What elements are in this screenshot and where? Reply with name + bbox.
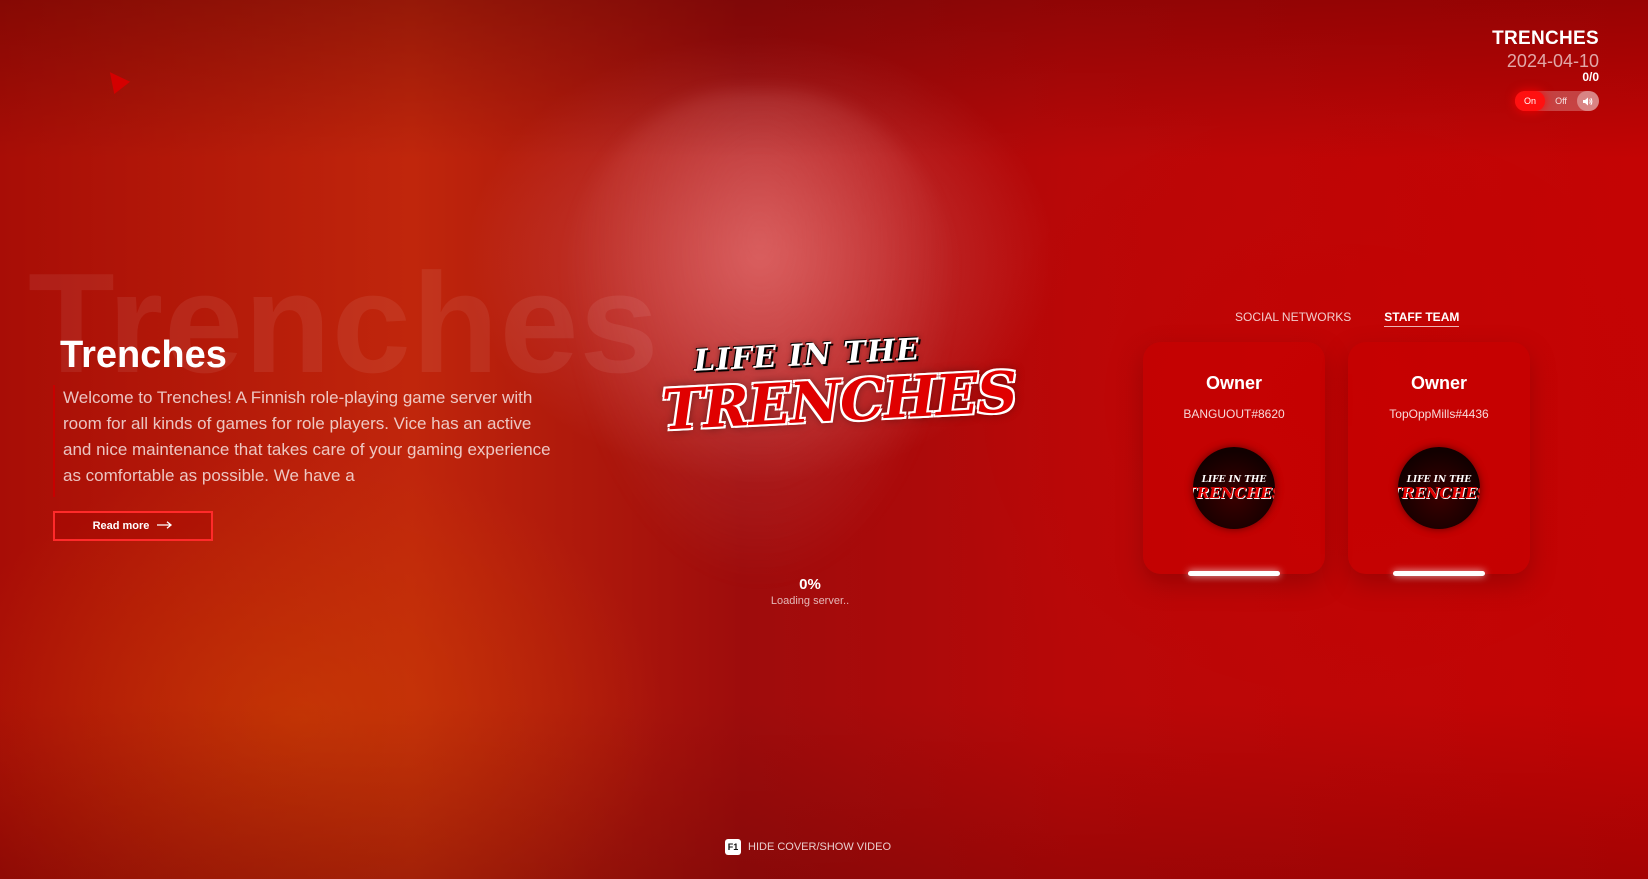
read-more-label: Read more <box>92 520 150 532</box>
staff-role: Owner <box>1410 373 1467 393</box>
f1-key-icon: F1 <box>725 839 741 855</box>
staff-card-indicator <box>1393 571 1485 576</box>
read-more-button[interactable]: Read more <box>53 511 213 541</box>
loading-percent: 0% <box>799 576 821 593</box>
staff-handle: TopOppMills#4436 <box>1389 407 1489 421</box>
server-date: 2024-04-10 <box>1506 51 1599 71</box>
background-word: Trenches <box>28 244 660 403</box>
cover-toggle-label: HIDE COVER/SHOW VIDEO <box>748 841 892 853</box>
staff-card: Owner BANGUOUT#8620 LIFE IN THE TRENCHES <box>1143 342 1325 574</box>
avatar: LIFE IN THE TRENCHES <box>1193 447 1275 529</box>
staff-card-indicator <box>1188 571 1280 576</box>
avatar: LIFE IN THE TRENCHES <box>1398 447 1480 529</box>
server-info: TRENCHES 2024-04-10 0/0 <box>1492 28 1599 84</box>
cover-toggle-hint: F1 HIDE COVER/SHOW VIDEO <box>725 839 891 855</box>
server-logo: LIFE IN THE TRENCHES <box>660 332 1019 468</box>
info-tabs: SOCIAL NETWORKS STAFF TEAM <box>1235 310 1460 327</box>
server-name: TRENCHES <box>1492 28 1599 49</box>
loading-progress: 0% Loading server.. <box>760 576 860 607</box>
avatar-logo-main: TRENCHES <box>1398 484 1480 502</box>
staff-role: Owner <box>1205 373 1262 393</box>
music-off-button[interactable]: Off <box>1545 96 1577 106</box>
staff-card: Owner TopOppMills#4436 LIFE IN THE TRENC… <box>1348 342 1530 574</box>
tab-staff-team[interactable]: STAFF TEAM <box>1384 310 1460 327</box>
staff-handle: BANGUOUT#8620 <box>1183 407 1285 421</box>
hero-title: Trenches <box>60 334 227 376</box>
arrow-right-icon <box>157 520 173 532</box>
logo-main-text: TRENCHES <box>660 359 1019 444</box>
server-description: Welcome to Trenches! A Finnish role-play… <box>63 388 551 485</box>
loading-status: Loading server.. <box>770 595 850 607</box>
speaker-icon[interactable] <box>1577 91 1599 111</box>
tab-social-networks[interactable]: SOCIAL NETWORKS <box>1235 310 1351 327</box>
description-box: Welcome to Trenches! A Finnish role-play… <box>53 385 563 497</box>
music-toggle[interactable]: On Off <box>1515 91 1599 111</box>
avatar-logo-main: TRENCHES <box>1193 484 1275 502</box>
music-on-button[interactable]: On <box>1515 91 1545 111</box>
mouse-cursor-icon <box>101 65 131 95</box>
player-count: 0/0 <box>1582 70 1599 84</box>
